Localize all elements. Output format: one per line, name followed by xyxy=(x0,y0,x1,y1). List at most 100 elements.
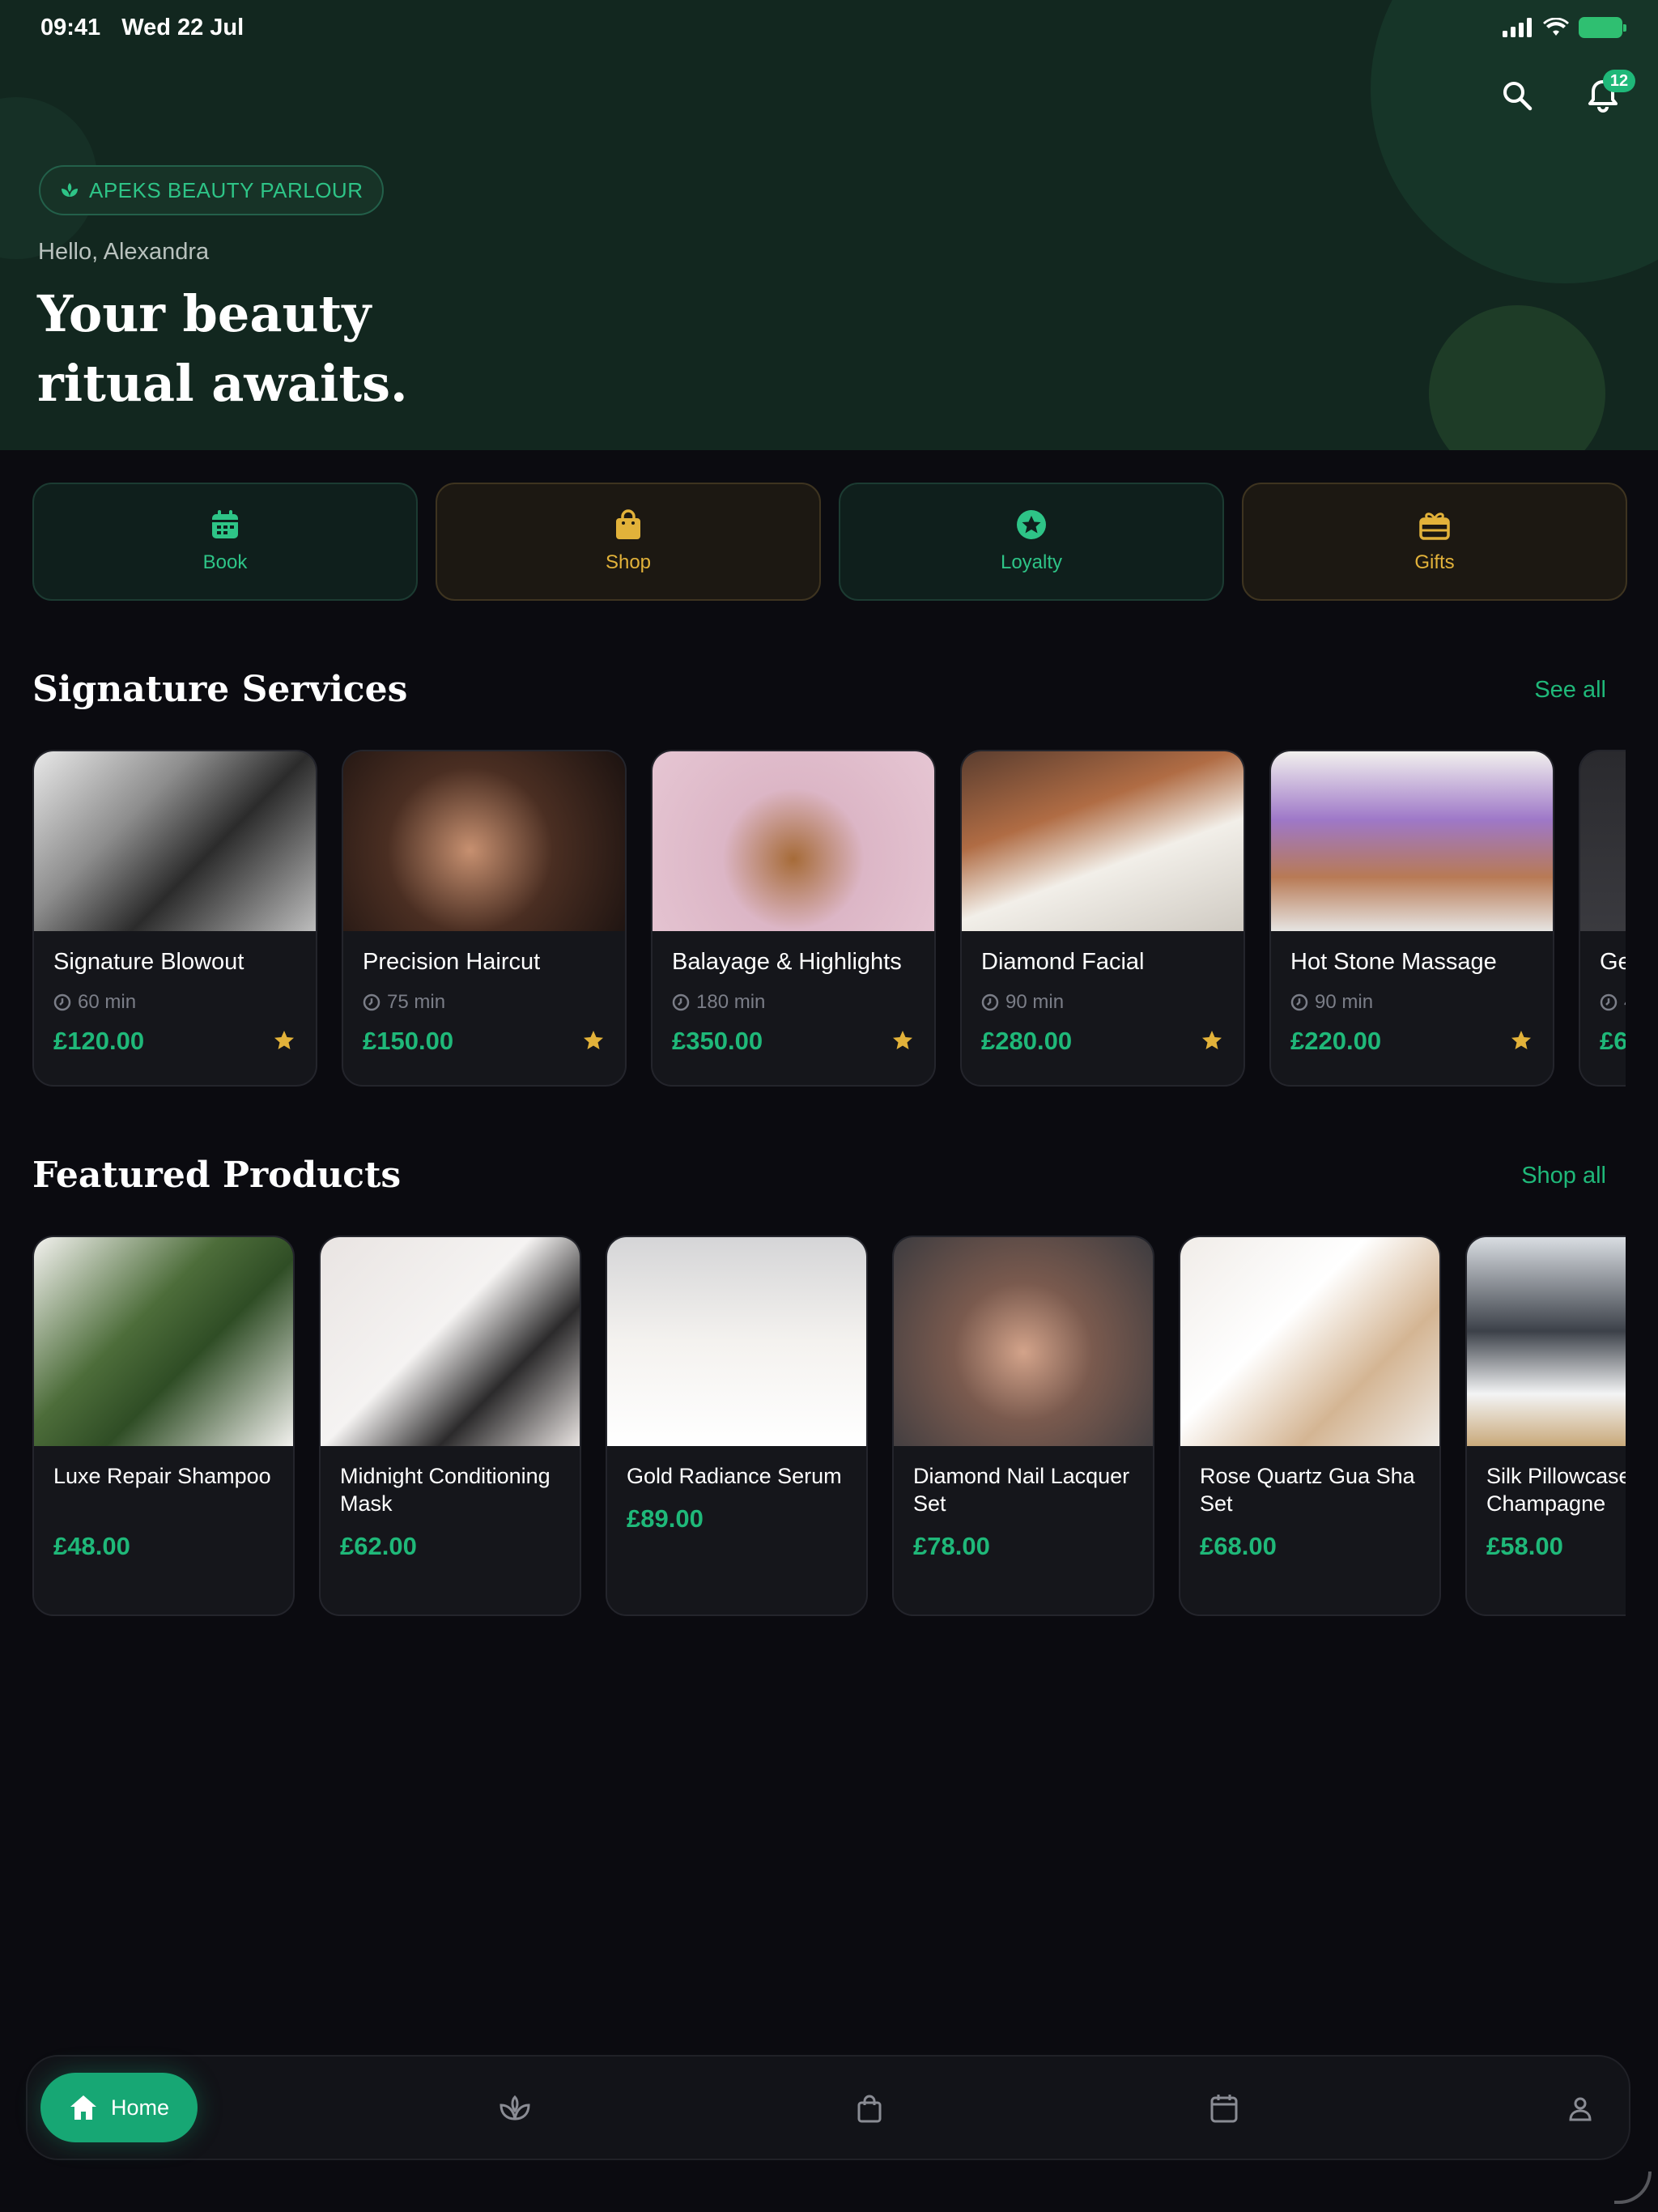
service-image xyxy=(34,751,316,931)
see-all-services-link[interactable]: See all xyxy=(1534,677,1606,704)
product-price: £58.00 xyxy=(1486,1532,1563,1560)
product-name: Rose Quartz Gua Sha Set xyxy=(1200,1464,1415,1516)
product-name: Luxe Repair Shampoo xyxy=(53,1464,271,1488)
profile-icon xyxy=(1569,2097,1592,2121)
product-card[interactable]: Rose Quartz Gua Sha Set £68.00 xyxy=(1179,1236,1441,1616)
quick-action-loyalty[interactable]: Loyalty xyxy=(839,483,1224,601)
star-icon xyxy=(1511,1031,1531,1049)
home-icon xyxy=(70,2095,96,2120)
clock-icon xyxy=(53,993,71,1011)
service-price: £280.00 xyxy=(981,1027,1073,1055)
lotus-icon xyxy=(500,2095,530,2121)
services-carousel[interactable]: Signature Blowout 60 min £120.00 Precisi… xyxy=(32,750,1626,1090)
service-name: Diamond Facial xyxy=(981,949,1145,975)
product-price: £89.00 xyxy=(627,1504,704,1533)
service-price: £6 xyxy=(1600,1027,1626,1055)
service-image xyxy=(1580,751,1626,931)
status-date: Wed 22 Jul xyxy=(121,14,244,40)
service-duration: 4 xyxy=(1600,991,1626,1014)
product-image xyxy=(321,1237,580,1446)
service-image xyxy=(343,751,625,931)
shopping-bag-icon xyxy=(857,2095,882,2123)
quick-action-label: Gifts xyxy=(1414,551,1455,573)
wifi-icon xyxy=(1543,18,1569,36)
clock-icon xyxy=(1600,993,1618,1011)
nav-home-button[interactable]: Home xyxy=(40,2073,198,2142)
nav-profile-button[interactable] xyxy=(1556,2084,1605,2133)
products-carousel[interactable]: Luxe Repair Shampoo £48.00 Midnight Cond… xyxy=(32,1236,1626,1619)
star-badge-icon xyxy=(1017,510,1046,539)
product-name: Midnight Conditioning Mask xyxy=(340,1464,551,1516)
product-card[interactable]: Gold Radiance Serum £89.00 xyxy=(606,1236,868,1616)
service-image xyxy=(962,751,1244,931)
calendar-icon xyxy=(1210,2095,1238,2123)
product-price: £62.00 xyxy=(340,1532,417,1560)
notifications-button[interactable]: 12 xyxy=(1580,70,1635,118)
quick-action-label: Shop xyxy=(605,551,652,573)
star-icon xyxy=(893,1031,912,1049)
clock-icon xyxy=(672,993,690,1011)
service-card[interactable]: Ge 4 £6 xyxy=(1579,750,1626,1087)
service-price: £120.00 xyxy=(53,1027,145,1055)
nav-services-button[interactable] xyxy=(491,2084,539,2133)
nav-home-label: Home xyxy=(110,2095,170,2120)
service-price: £220.00 xyxy=(1290,1027,1382,1055)
quick-action-shop[interactable]: Shop xyxy=(436,483,821,601)
service-card[interactable]: Diamond Facial 90 min £280.00 xyxy=(960,750,1245,1087)
service-name: Ge xyxy=(1600,949,1626,975)
brand-badge: APEKS BEAUTY PARLOUR xyxy=(39,165,385,215)
product-price: £78.00 xyxy=(913,1532,990,1560)
service-name: Balayage & Highlights xyxy=(672,949,902,975)
service-card[interactable]: Signature Blowout 60 min £120.00 xyxy=(32,750,317,1087)
service-card[interactable]: Balayage & Highlights 180 min £350.00 xyxy=(651,750,936,1087)
product-card[interactable]: Midnight Conditioning Mask £62.00 xyxy=(319,1236,581,1616)
product-card[interactable]: Silk Pillowcase Champagne £58.00 xyxy=(1465,1236,1626,1616)
hero-header: 09:41 Wed 22 Jul 12 APEKS BEAUTY PARLOUR… xyxy=(0,0,1658,450)
product-card[interactable]: Diamond Nail Lacquer Set £78.00 xyxy=(892,1236,1154,1616)
greeting-text: Hello, Alexandra xyxy=(38,239,210,265)
status-bar: 09:41 Wed 22 Jul xyxy=(40,11,1626,44)
service-price: £350.00 xyxy=(672,1027,763,1055)
products-section-title: Featured Products xyxy=(32,1155,402,1196)
service-duration: 90 min xyxy=(1290,991,1373,1014)
product-image xyxy=(894,1237,1153,1446)
service-name: Hot Stone Massage xyxy=(1290,949,1497,975)
gift-icon xyxy=(1419,513,1450,540)
search-icon xyxy=(1503,82,1533,111)
notification-badge: 12 xyxy=(1603,70,1635,92)
clock-icon xyxy=(1290,993,1308,1011)
clock-icon xyxy=(363,993,380,1011)
lotus-icon xyxy=(62,183,78,197)
product-name: Gold Radiance Serum xyxy=(627,1464,842,1488)
product-image xyxy=(1467,1237,1626,1446)
search-button[interactable] xyxy=(1494,73,1540,118)
status-time: 09:41 xyxy=(40,14,101,40)
quick-action-label: Loyalty xyxy=(1000,551,1063,573)
calendar-icon xyxy=(212,510,238,538)
quick-action-book[interactable]: Book xyxy=(32,483,418,601)
service-card[interactable]: Precision Haircut 75 min £150.00 xyxy=(342,750,627,1087)
product-name: Silk Pillowcase Champagne xyxy=(1486,1464,1626,1516)
service-name: Signature Blowout xyxy=(53,949,244,975)
service-duration: 90 min xyxy=(981,991,1064,1014)
nav-bookings-button[interactable] xyxy=(1200,2084,1248,2133)
clock-icon xyxy=(981,993,999,1011)
shop-all-link[interactable]: Shop all xyxy=(1521,1163,1606,1189)
quick-action-gifts[interactable]: Gifts xyxy=(1242,483,1627,601)
star-icon xyxy=(274,1031,294,1049)
bottom-navigation: Home xyxy=(26,2055,1630,2160)
decorative-circle xyxy=(1429,305,1605,450)
service-price: £150.00 xyxy=(363,1027,454,1055)
nav-shop-button[interactable] xyxy=(845,2084,894,2133)
service-duration: 75 min xyxy=(363,991,445,1014)
quick-actions: Book Shop Loyalty Gifts xyxy=(32,483,1627,601)
battery-icon xyxy=(1579,17,1626,38)
services-section-title: Signature Services xyxy=(32,669,408,710)
product-image xyxy=(34,1237,293,1446)
service-name: Precision Haircut xyxy=(363,949,541,975)
brand-name: APEKS BEAUTY PARLOUR xyxy=(89,177,363,202)
product-card[interactable]: Luxe Repair Shampoo £48.00 xyxy=(32,1236,295,1616)
service-duration: 180 min xyxy=(672,991,765,1014)
product-price: £68.00 xyxy=(1200,1532,1277,1560)
service-card[interactable]: Hot Stone Massage 90 min £220.00 xyxy=(1269,750,1554,1087)
